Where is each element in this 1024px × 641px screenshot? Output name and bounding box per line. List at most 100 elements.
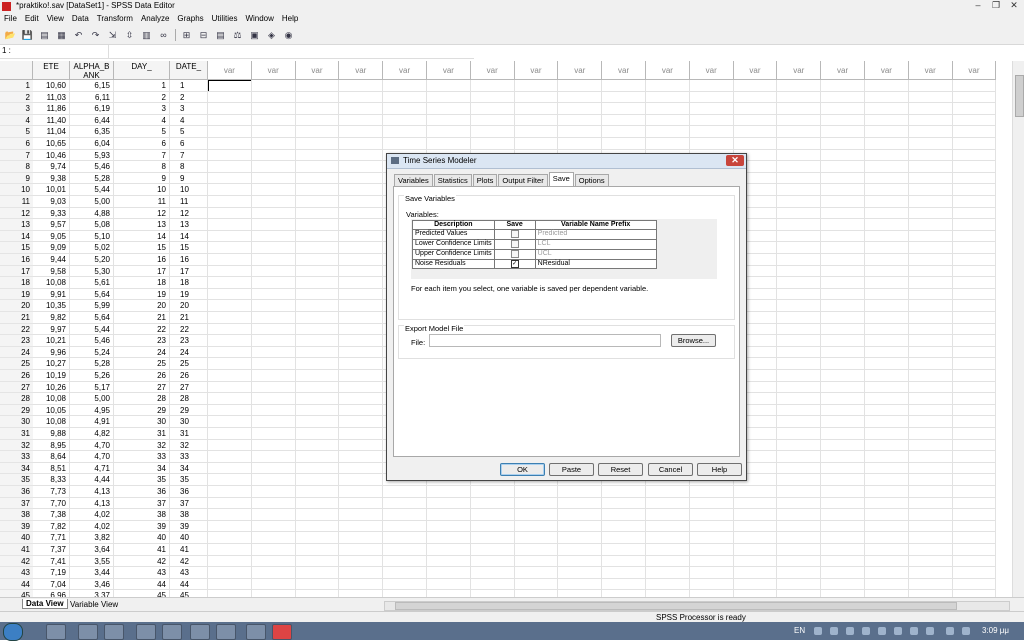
data-cell[interactable]: 4,88: [70, 207, 114, 220]
data-cell[interactable]: 28: [114, 393, 170, 405]
data-cell[interactable]: 20: [170, 300, 208, 312]
empty-cell[interactable]: [821, 509, 865, 521]
empty-cell[interactable]: [251, 370, 296, 382]
empty-cell[interactable]: [908, 520, 953, 533]
variables-icon[interactable]: ▥: [140, 29, 153, 42]
data-cell[interactable]: 44: [114, 578, 170, 591]
empty-cell[interactable]: [646, 544, 690, 556]
empty-cell[interactable]: [295, 358, 340, 370]
data-cell[interactable]: 10,35: [33, 300, 70, 312]
empty-cell[interactable]: [865, 590, 909, 597]
paste-button[interactable]: Paste: [549, 463, 594, 476]
empty-cell[interactable]: [251, 323, 296, 336]
data-cell[interactable]: 18: [114, 277, 170, 289]
empty-cell[interactable]: [646, 578, 690, 591]
row-header[interactable]: 3: [0, 103, 33, 115]
empty-cell[interactable]: [558, 114, 603, 127]
empty-cell[interactable]: [339, 149, 384, 162]
data-cell[interactable]: 7: [114, 149, 170, 162]
maximize-button[interactable]: ❐: [988, 0, 1004, 11]
data-cell[interactable]: 5,64: [70, 288, 114, 301]
empty-cell[interactable]: [821, 544, 865, 556]
column-header-var[interactable]: var: [733, 61, 778, 80]
empty-cell[interactable]: [383, 103, 427, 115]
empty-cell[interactable]: [690, 590, 734, 597]
empty-cell[interactable]: [821, 381, 865, 394]
empty-cell[interactable]: [952, 149, 997, 162]
empty-cell[interactable]: [689, 138, 734, 150]
data-cell[interactable]: 40: [114, 532, 170, 544]
data-cell[interactable]: 43: [170, 567, 208, 579]
row-header[interactable]: 43: [0, 567, 33, 579]
data-cell[interactable]: 5,17: [70, 381, 114, 394]
empty-cell[interactable]: [602, 520, 646, 533]
empty-cell[interactable]: [952, 520, 997, 533]
empty-cell[interactable]: [251, 358, 296, 370]
empty-cell[interactable]: [339, 381, 384, 394]
select-cases-icon[interactable]: ▣: [248, 29, 261, 42]
empty-cell[interactable]: [514, 138, 559, 150]
empty-cell[interactable]: [339, 312, 384, 324]
data-cell[interactable]: 35: [114, 474, 170, 486]
empty-cell[interactable]: [777, 219, 822, 231]
empty-cell[interactable]: [558, 138, 603, 150]
empty-cell[interactable]: [908, 184, 953, 196]
empty-cell[interactable]: [208, 312, 252, 324]
data-cell[interactable]: 6,19: [70, 103, 114, 115]
taskbar-word-icon[interactable]: [216, 624, 236, 640]
data-cell[interactable]: 8,64: [33, 451, 70, 463]
close-button[interactable]: ✕: [1006, 0, 1022, 11]
data-cell[interactable]: 26: [170, 370, 208, 382]
empty-cell[interactable]: [339, 80, 384, 92]
empty-cell[interactable]: [295, 509, 340, 521]
empty-cell[interactable]: [558, 103, 603, 115]
empty-cell[interactable]: [208, 277, 252, 289]
empty-cell[interactable]: [295, 288, 340, 301]
empty-cell[interactable]: [208, 114, 252, 127]
empty-cell[interactable]: [908, 265, 953, 278]
empty-cell[interactable]: [821, 138, 865, 150]
volume-icon[interactable]: [962, 627, 970, 635]
empty-cell[interactable]: [908, 138, 953, 150]
empty-cell[interactable]: [908, 172, 953, 185]
empty-cell[interactable]: [777, 486, 822, 498]
empty-cell[interactable]: [908, 91, 953, 104]
empty-cell[interactable]: [339, 428, 384, 440]
data-cell[interactable]: 36: [170, 486, 208, 498]
empty-cell[interactable]: [470, 138, 515, 150]
data-cell[interactable]: 11: [170, 196, 208, 208]
row-header[interactable]: 41: [0, 544, 33, 556]
data-cell[interactable]: 19: [170, 288, 208, 301]
empty-cell[interactable]: [908, 509, 953, 521]
data-cell[interactable]: 10,65: [33, 138, 70, 150]
empty-cell[interactable]: [339, 358, 384, 370]
empty-cell[interactable]: [295, 161, 340, 173]
empty-cell[interactable]: [821, 265, 865, 278]
empty-cell[interactable]: [733, 486, 778, 498]
empty-cell[interactable]: [295, 230, 340, 243]
data-cell[interactable]: 4,13: [70, 486, 114, 498]
data-cell[interactable]: 6,15: [70, 80, 114, 92]
empty-cell[interactable]: [383, 578, 427, 591]
taskbar-folder-icon[interactable]: [190, 624, 210, 640]
empty-cell[interactable]: [821, 416, 865, 428]
empty-cell[interactable]: [865, 277, 909, 289]
row-header[interactable]: 35: [0, 474, 33, 486]
empty-cell[interactable]: [339, 242, 384, 254]
redo-icon[interactable]: ↷: [89, 29, 102, 42]
empty-cell[interactable]: [952, 219, 997, 231]
empty-cell[interactable]: [689, 555, 734, 568]
empty-cell[interactable]: [251, 126, 296, 138]
empty-cell[interactable]: [821, 393, 865, 405]
empty-cell[interactable]: [777, 567, 822, 579]
empty-cell[interactable]: [777, 578, 822, 591]
data-cell[interactable]: 5,24: [70, 346, 114, 359]
taskbar-app-icon[interactable]: [136, 624, 156, 640]
empty-cell[interactable]: [777, 254, 822, 266]
data-cell[interactable]: 10,01: [33, 184, 70, 196]
empty-cell[interactable]: [295, 300, 340, 312]
empty-cell[interactable]: [952, 312, 997, 324]
row-header[interactable]: 37: [0, 497, 33, 510]
empty-cell[interactable]: [295, 254, 340, 266]
empty-cell[interactable]: [821, 335, 865, 347]
